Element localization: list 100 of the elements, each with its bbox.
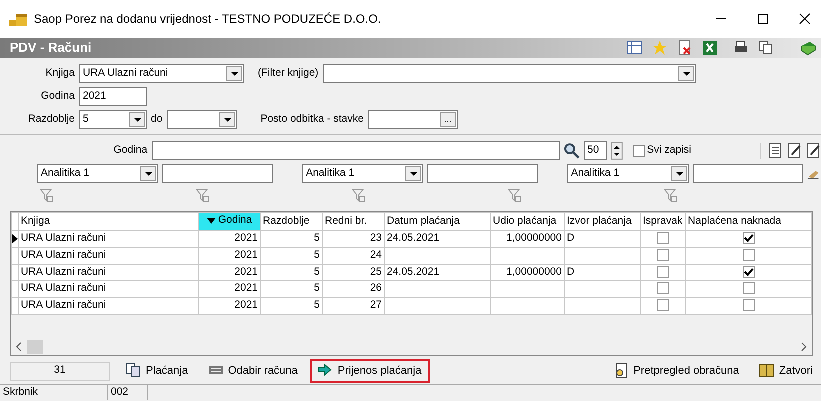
window-title: Saop Porez na dodanu vrijednost - TESTNO PODUZEĆE D.O.O. <box>34 11 382 28</box>
book-dropdown[interactable]: URA Ulazni računi <box>79 64 244 83</box>
row-indicator[interactable] <box>12 230 18 248</box>
filter-icon[interactable] <box>664 189 678 203</box>
checkbox[interactable] <box>657 248 669 261</box>
table-cell: 2021 <box>198 264 260 281</box>
footer-button[interactable]: Prijenos plaćanja <box>310 359 430 383</box>
field-label: Godina <box>112 142 148 158</box>
field-label: do <box>151 112 163 127</box>
spreadsheet-icon[interactable] <box>702 40 718 56</box>
table-cell: 1,00000000 <box>490 230 564 248</box>
checkbox[interactable] <box>742 299 754 312</box>
analytics-field[interactable] <box>427 164 538 183</box>
record-count: 31 <box>10 362 110 380</box>
column-header[interactable]: Udio plaćanja <box>490 212 564 230</box>
footer-button[interactable]: Pretpregled obračuna <box>606 359 748 383</box>
table-cell: 5 <box>260 298 322 314</box>
field-label: Razdoblje <box>27 112 75 127</box>
maximize-icon[interactable] <box>757 13 769 25</box>
table-cell: 5 <box>260 247 322 264</box>
search-field[interactable] <box>152 141 560 160</box>
column-header[interactable]: Izvor plaćanja <box>564 212 640 230</box>
footer-button[interactable]: Zatvori <box>751 359 821 383</box>
edit-document-icon[interactable] <box>788 142 802 158</box>
table-cell: 24.05.2021 <box>384 230 490 248</box>
table-cell: 2021 <box>198 280 260 298</box>
checkbox[interactable] <box>742 266 754 278</box>
new-document-icon[interactable] <box>768 142 782 158</box>
table-cell: 2021 <box>198 298 260 314</box>
table-cell: URA Ulazni računi <box>18 280 198 298</box>
column-header[interactable]: Redni br. <box>322 212 384 230</box>
period-to-dropdown[interactable] <box>166 110 237 129</box>
panel-title: PDV - Računi <box>10 39 92 58</box>
table-cell: 24 <box>322 247 384 264</box>
table-cell: 25 <box>322 264 384 281</box>
checkbox[interactable] <box>657 266 669 278</box>
filter-icon[interactable] <box>352 189 366 203</box>
checkbox[interactable] <box>742 248 754 261</box>
checkbox[interactable] <box>657 232 669 244</box>
spinner-icon[interactable] <box>611 142 624 160</box>
status-cell: 002 <box>108 385 148 400</box>
table-cell: 24.05.2021 <box>384 264 490 281</box>
analytics-dropdown[interactable]: Analitika 1 <box>567 164 689 183</box>
coins-icon <box>8 11 28 27</box>
footer-button[interactable]: Plaćanja <box>118 359 196 383</box>
star-icon[interactable] <box>652 40 668 56</box>
analytics-field[interactable] <box>692 164 804 183</box>
checkbox-icon <box>632 144 645 156</box>
arrows-icon <box>318 363 334 379</box>
columns-icon[interactable] <box>627 40 643 56</box>
period-dropdown[interactable]: 5 <box>79 110 147 129</box>
table-cell: URA Ulazni računi <box>18 298 198 314</box>
table-cell: URA Ulazni računi <box>18 264 198 281</box>
checkbox[interactable] <box>742 232 754 244</box>
filter-icon[interactable] <box>40 189 54 203</box>
edit-document-icon[interactable] <box>807 142 821 158</box>
field-label: Knjiga <box>44 66 75 81</box>
table-cell: 23 <box>322 230 384 248</box>
filter-dropdown[interactable] <box>322 64 696 83</box>
analytics-dropdown[interactable]: Analitika 1 <box>302 164 424 183</box>
header-corner <box>12 212 18 230</box>
column-header[interactable]: Razdoblje <box>260 212 322 230</box>
preview-icon <box>614 363 630 379</box>
search-icon[interactable] <box>564 142 580 158</box>
analytics-dropdown[interactable]: Analitika 1 <box>37 164 158 183</box>
deduction-field[interactable]: ... <box>368 110 458 129</box>
pages-icon <box>126 363 142 379</box>
column-header[interactable]: Knjiga <box>18 212 198 230</box>
table-cell: D <box>564 264 640 281</box>
close-icon[interactable] <box>799 13 811 25</box>
table-cell: 26 <box>322 280 384 298</box>
scroll-right-icon[interactable] <box>800 342 808 352</box>
checkbox[interactable] <box>657 299 669 312</box>
column-header[interactable]: Godina <box>198 212 260 230</box>
all-records-checkbox[interactable]: Svi zapisi <box>632 142 692 158</box>
table-cell: D <box>564 230 640 248</box>
field-label: (Filter knjige) <box>258 66 319 81</box>
field-label: Posto odbitka - stavke <box>260 112 364 127</box>
field-label: Godina <box>40 88 75 104</box>
copy-icon[interactable] <box>758 40 774 56</box>
table-cell: 5 <box>260 230 322 248</box>
ellipsis-button[interactable]: ... <box>440 112 456 127</box>
sort-down-icon <box>206 218 216 224</box>
column-header[interactable]: Naplaćena naknada <box>686 212 812 230</box>
count-field[interactable]: 50 <box>584 141 608 160</box>
scroll-thumb[interactable] <box>27 340 43 354</box>
document-delete-icon[interactable] <box>677 40 693 56</box>
table-cell: 5 <box>260 280 322 298</box>
table-cell: URA Ulazni računi <box>18 230 198 248</box>
checkbox[interactable] <box>657 282 669 294</box>
filter-icon[interactable] <box>196 189 210 203</box>
column-header[interactable]: Datum plaćanja <box>384 212 490 230</box>
checkbox[interactable] <box>742 282 754 294</box>
column-header[interactable]: Ispravak <box>640 212 686 230</box>
year-field[interactable]: 2021 <box>79 87 147 106</box>
scroll-left-icon[interactable] <box>15 342 23 352</box>
footer-button[interactable]: Odabir računa <box>200 359 306 383</box>
table-cell: 2021 <box>198 230 260 248</box>
analytics-field[interactable] <box>162 164 274 183</box>
filter-icon[interactable] <box>508 189 522 203</box>
